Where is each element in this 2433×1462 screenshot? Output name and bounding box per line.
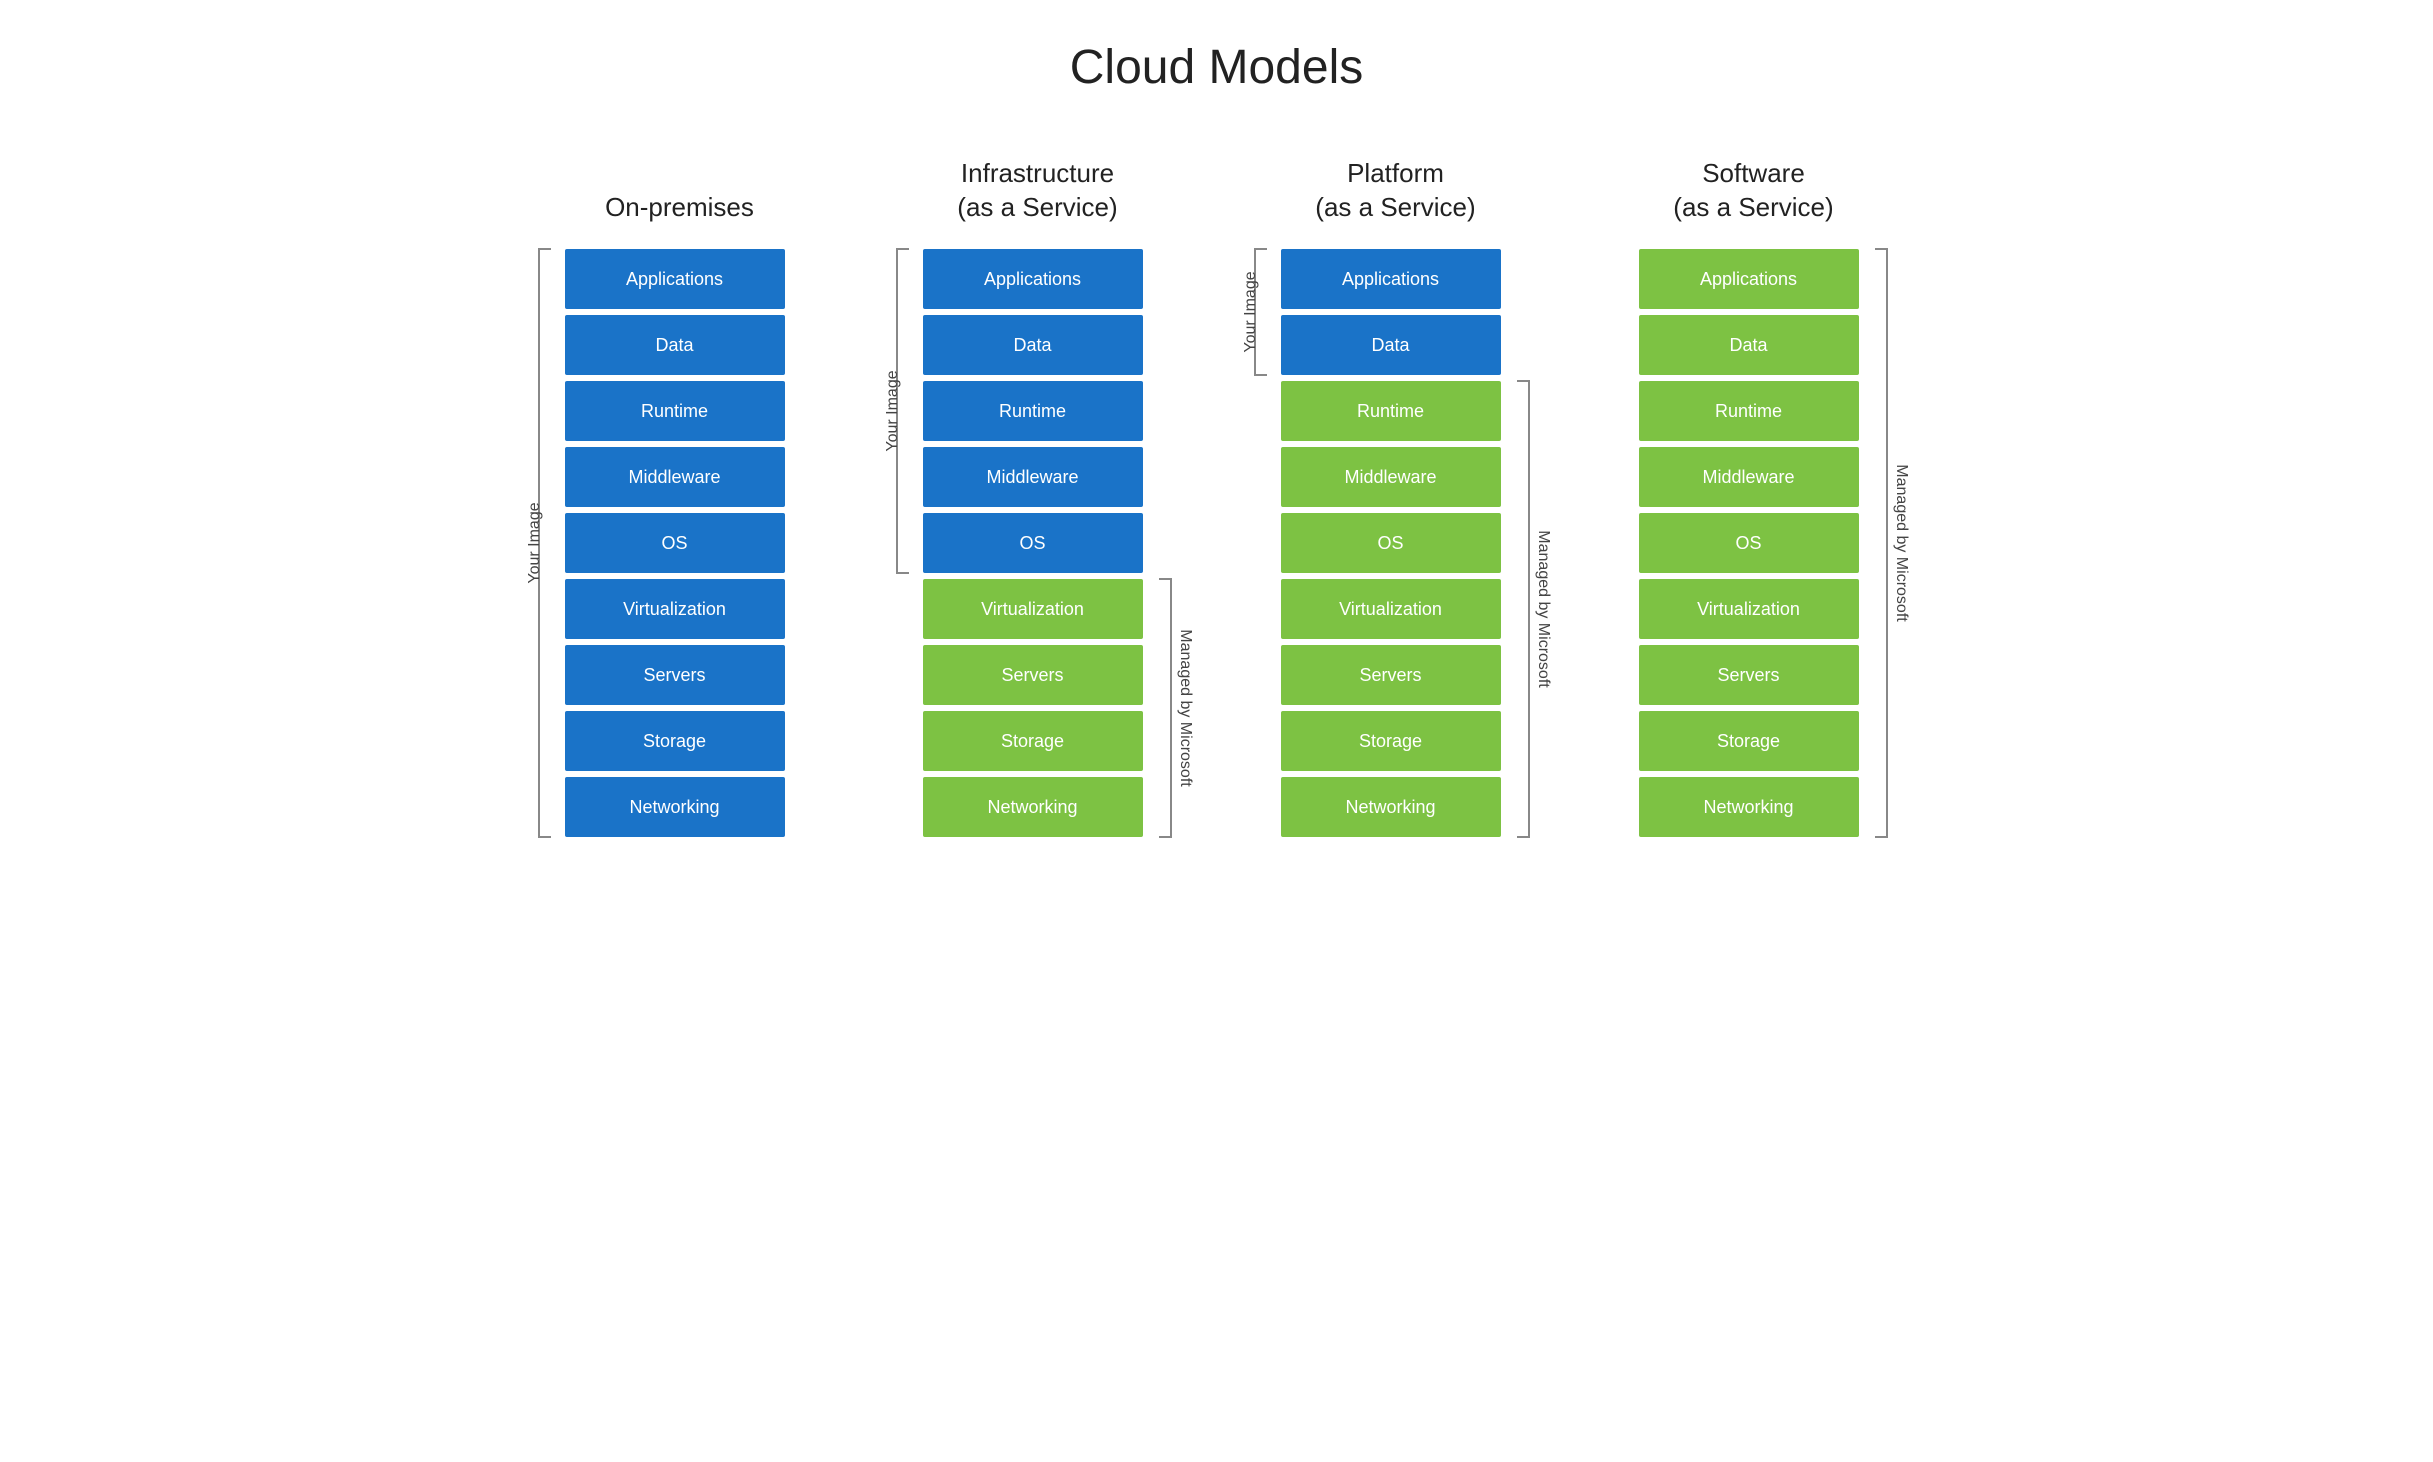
tile-saas-virtualization: Virtualization [1639, 579, 1859, 639]
tile-on-premises-middleware: Middleware [565, 447, 785, 507]
tile-saas-storage: Storage [1639, 711, 1859, 771]
right-bracket-saas: Managed by Microsoft [1863, 249, 1913, 837]
tile-iaas-storage: Storage [923, 711, 1143, 771]
svg-text:Your Image: Your Image [1242, 271, 1259, 352]
tile-paas-data: Data [1281, 315, 1501, 375]
tile-on-premises-applications: Applications [565, 249, 785, 309]
tile-iaas-servers: Servers [923, 645, 1143, 705]
tile-on-premises-data: Data [565, 315, 785, 375]
model-title-iaas: Infrastructure (as a Service) [957, 145, 1117, 225]
right-bracket-iaas: Managed by Microsoft [1147, 249, 1197, 837]
model-col-paas: Platform (as a Service) Your Image Applica… [1237, 145, 1555, 837]
tile-paas-runtime: Runtime [1281, 381, 1501, 441]
tile-iaas-runtime: Runtime [923, 381, 1143, 441]
tile-stack-iaas: ApplicationsDataRuntimeMiddlewareOSVirtu… [923, 249, 1143, 837]
tile-saas-runtime: Runtime [1639, 381, 1859, 441]
model-body-paas: Your Image ApplicationsDataRuntimeMiddlew… [1237, 249, 1555, 837]
left-bracket-iaas: Your Image [879, 249, 919, 837]
tile-on-premises-os: OS [565, 513, 785, 573]
models-container: On-premisesYour ImageApplicationsDataRun… [521, 145, 1913, 837]
tile-saas-applications: Applications [1639, 249, 1859, 309]
tile-saas-os: OS [1639, 513, 1859, 573]
tile-on-premises-virtualization: Virtualization [565, 579, 785, 639]
tile-stack-paas: ApplicationsDataRuntimeMiddlewareOSVirtu… [1281, 249, 1501, 837]
tile-iaas-middleware: Middleware [923, 447, 1143, 507]
tile-paas-networking: Networking [1281, 777, 1501, 837]
tile-iaas-virtualization: Virtualization [923, 579, 1143, 639]
tile-saas-data: Data [1639, 315, 1859, 375]
tile-paas-middleware: Middleware [1281, 447, 1501, 507]
tile-paas-os: OS [1281, 513, 1501, 573]
tile-on-premises-servers: Servers [565, 645, 785, 705]
page-title: Cloud Models [1070, 40, 1363, 95]
tile-iaas-data: Data [923, 315, 1143, 375]
model-body-saas: ApplicationsDataRuntimeMiddlewareOSVirtu… [1595, 249, 1913, 837]
tile-on-premises-networking: Networking [565, 777, 785, 837]
tile-stack-on-premises: ApplicationsDataRuntimeMiddlewareOSVirtu… [565, 249, 785, 837]
tile-on-premises-storage: Storage [565, 711, 785, 771]
svg-text:Managed by Microsoft: Managed by Microsoft [1534, 530, 1551, 688]
model-body-iaas: Your Image ApplicationsDataRuntimeMiddlew… [879, 249, 1197, 837]
model-col-on-premises: On-premises Your Image ApplicationsDataRun… [521, 145, 839, 837]
svg-text:Managed by Microsoft: Managed by Microsoft [1176, 629, 1193, 787]
right-bracket-paas: Managed by Microsoft [1505, 249, 1555, 837]
tile-iaas-applications: Applications [923, 249, 1143, 309]
left-bracket-paas: Your Image [1237, 249, 1277, 837]
tile-on-premises-runtime: Runtime [565, 381, 785, 441]
tile-iaas-networking: Networking [923, 777, 1143, 837]
tile-paas-storage: Storage [1281, 711, 1501, 771]
tile-paas-applications: Applications [1281, 249, 1501, 309]
model-title-on-premises: On-premises [605, 145, 754, 225]
tile-stack-saas: ApplicationsDataRuntimeMiddlewareOSVirtu… [1639, 249, 1859, 837]
model-col-saas: Software (as a Service) ApplicationsDataR… [1595, 145, 1913, 837]
svg-text:Your Image: Your Image [884, 370, 901, 451]
tile-paas-servers: Servers [1281, 645, 1501, 705]
svg-text:Your Image: Your Image [526, 502, 543, 583]
tile-paas-virtualization: Virtualization [1281, 579, 1501, 639]
tile-iaas-os: OS [923, 513, 1143, 573]
model-body-on-premises: Your Image ApplicationsDataRuntimeMiddlew… [521, 249, 839, 837]
tile-saas-servers: Servers [1639, 645, 1859, 705]
model-title-paas: Platform (as a Service) [1315, 145, 1475, 225]
model-col-iaas: Infrastructure (as a Service) Your Image A… [879, 145, 1197, 837]
left-bracket-on-premises: Your Image [521, 249, 561, 837]
tile-saas-networking: Networking [1639, 777, 1859, 837]
svg-text:Managed by Microsoft: Managed by Microsoft [1892, 464, 1909, 622]
tile-saas-middleware: Middleware [1639, 447, 1859, 507]
model-title-saas: Software (as a Service) [1673, 145, 1833, 225]
